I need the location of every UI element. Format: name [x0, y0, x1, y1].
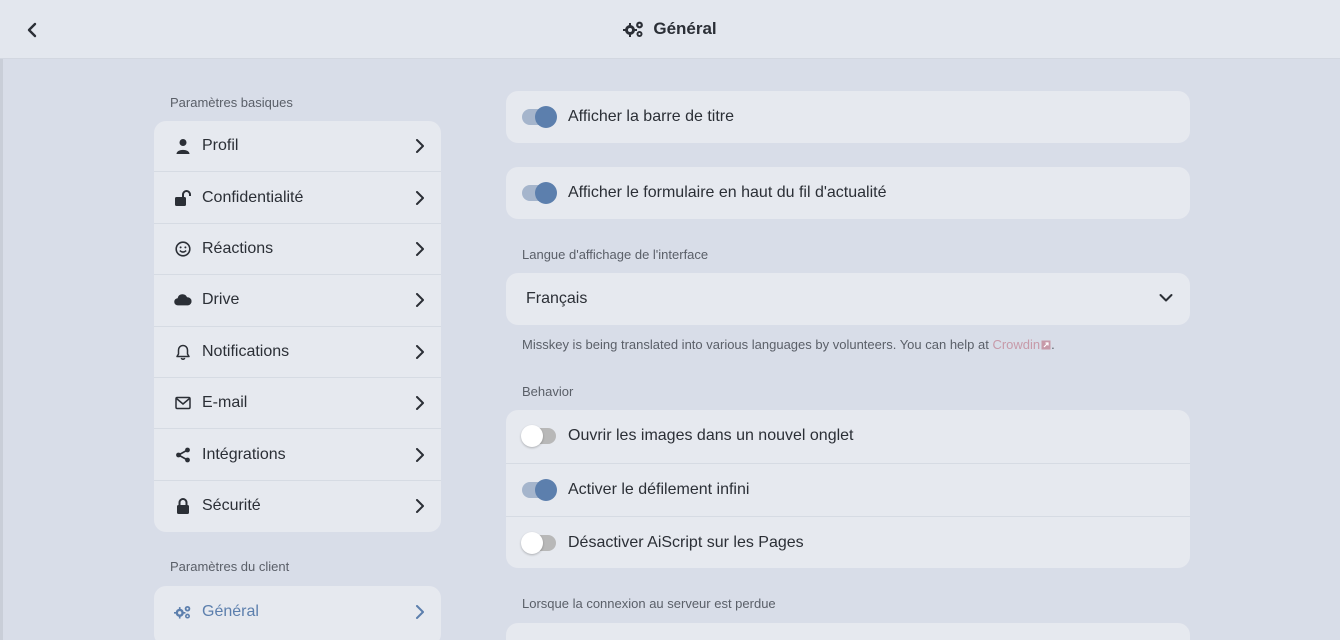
language-select[interactable]: Français: [506, 273, 1190, 325]
gears-icon: [174, 603, 192, 621]
sidebar-item-profile[interactable]: Profil: [154, 121, 441, 173]
basic-settings-menu: Profil Confidentialité Réactions Drive N…: [154, 121, 441, 533]
language-help-prefix: Misskey is being translated into various…: [522, 337, 993, 352]
crowdin-link-text: Crowdin: [992, 337, 1041, 352]
sidebar-item-label: Profil: [202, 137, 239, 155]
cloud-icon: [174, 291, 192, 309]
connection-lost-select[interactable]: [506, 623, 1190, 640]
open-images-new-tab-label: Ouvrir les images dans un nouvel onglet: [568, 427, 854, 445]
language-help-suffix: .: [1051, 337, 1055, 352]
client-settings-menu: Général: [154, 586, 441, 640]
sidebar-item-general[interactable]: Général: [154, 586, 441, 637]
open-images-new-tab-toggle[interactable]: [521, 425, 556, 448]
chevron-right-icon: [416, 344, 424, 359]
sidebar-item-label: Sécurité: [202, 497, 261, 515]
chevron-right-icon: [416, 447, 424, 462]
toggle-knob: [521, 425, 543, 448]
chevron-right-icon: [416, 139, 424, 154]
infinite-scroll-toggle[interactable]: [522, 478, 557, 501]
infinite-scroll-label: Activer le défilement infini: [568, 480, 750, 498]
envelope-icon: [174, 394, 192, 412]
behavior-caption: Behavior: [522, 384, 574, 399]
sidebar-item-label: Notifications: [202, 342, 290, 360]
sidebar-item-label: Général: [202, 602, 259, 620]
show-form-top-row[interactable]: Afficher le formulaire en haut du fil d'…: [506, 167, 1190, 219]
lock-icon: [174, 497, 192, 515]
infinite-scroll-row[interactable]: Activer le défilement infini: [506, 464, 1190, 516]
chevron-right-icon: [416, 499, 424, 514]
toggle-knob: [535, 182, 557, 204]
user-icon: [174, 137, 192, 155]
chevron-right-icon: [416, 293, 424, 308]
sidebar-item-security[interactable]: Sécurité: [154, 481, 441, 532]
client-settings-label: Paramètres du client: [170, 559, 290, 574]
toggle-knob: [521, 531, 543, 554]
bell-icon: [174, 343, 192, 361]
gears-icon: [623, 21, 644, 37]
toggle-knob: [535, 478, 557, 501]
sidebar-item-label: Intégrations: [202, 445, 286, 463]
sidebar-item-label: Confidentialité: [202, 188, 304, 206]
behavior-card: Ouvrir les images dans un nouvel onglet …: [506, 410, 1190, 568]
language-select-value: Français: [526, 290, 588, 307]
external-link-icon: [1041, 340, 1051, 350]
sidebar-item-privacy[interactable]: Confidentialité: [154, 172, 441, 224]
crowdin-link[interactable]: Crowdin: [992, 337, 1051, 352]
open-images-new-tab-row[interactable]: Ouvrir les images dans un nouvel onglet: [506, 410, 1190, 463]
sidebar-item-email[interactable]: E-mail: [154, 378, 441, 430]
chevron-right-icon: [416, 604, 424, 619]
show-titlebar-label: Afficher la barre de titre: [568, 108, 735, 125]
show-form-top-card: Afficher le formulaire en haut du fil d'…: [506, 167, 1190, 219]
basic-settings-label: Paramètres basiques: [170, 95, 293, 110]
top-bar: Général: [0, 0, 1340, 59]
chevron-right-icon: [416, 396, 424, 411]
sidebar-item-drive[interactable]: Drive: [154, 275, 441, 327]
disable-aiscript-row[interactable]: Désactiver AiScript sur les Pages: [506, 517, 1190, 569]
toggle-knob: [535, 106, 557, 128]
sidebar-item-integrations[interactable]: Intégrations: [154, 429, 441, 481]
show-titlebar-row[interactable]: Afficher la barre de titre: [506, 91, 1190, 143]
show-form-top-label: Afficher le formulaire en haut du fil d'…: [568, 184, 887, 201]
share-icon: [174, 446, 192, 464]
language-select-row[interactable]: Français: [506, 273, 1190, 325]
show-titlebar-card: Afficher la barre de titre: [506, 91, 1190, 143]
disable-aiscript-label: Désactiver AiScript sur les Pages: [568, 533, 804, 551]
page-title-text: Général: [653, 19, 717, 38]
sidebar-item-label: Réactions: [202, 239, 274, 257]
disable-aiscript-toggle[interactable]: [521, 531, 556, 554]
unlock-icon: [174, 189, 192, 207]
chevron-down-icon: [1159, 294, 1173, 302]
language-caption: Langue d'affichage de l'interface: [522, 247, 709, 262]
smile-icon: [174, 240, 192, 258]
language-help-text: Misskey is being translated into various…: [522, 337, 1055, 352]
sidebar-item-notifications[interactable]: Notifications: [154, 327, 441, 378]
left-edge-strip: [0, 0, 3, 640]
show-titlebar-toggle[interactable]: [522, 106, 557, 128]
page-title: Général: [0, 19, 1340, 39]
sidebar-item-label: Drive: [202, 291, 240, 309]
chevron-right-icon: [416, 190, 424, 205]
chevron-right-icon: [416, 241, 424, 256]
show-form-top-toggle[interactable]: [522, 182, 557, 204]
sidebar-item-reactions[interactable]: Réactions: [154, 224, 441, 276]
sidebar-item-label: E-mail: [202, 394, 248, 412]
connection-lost-caption: Lorsque la connexion au serveur est perd…: [522, 596, 776, 611]
